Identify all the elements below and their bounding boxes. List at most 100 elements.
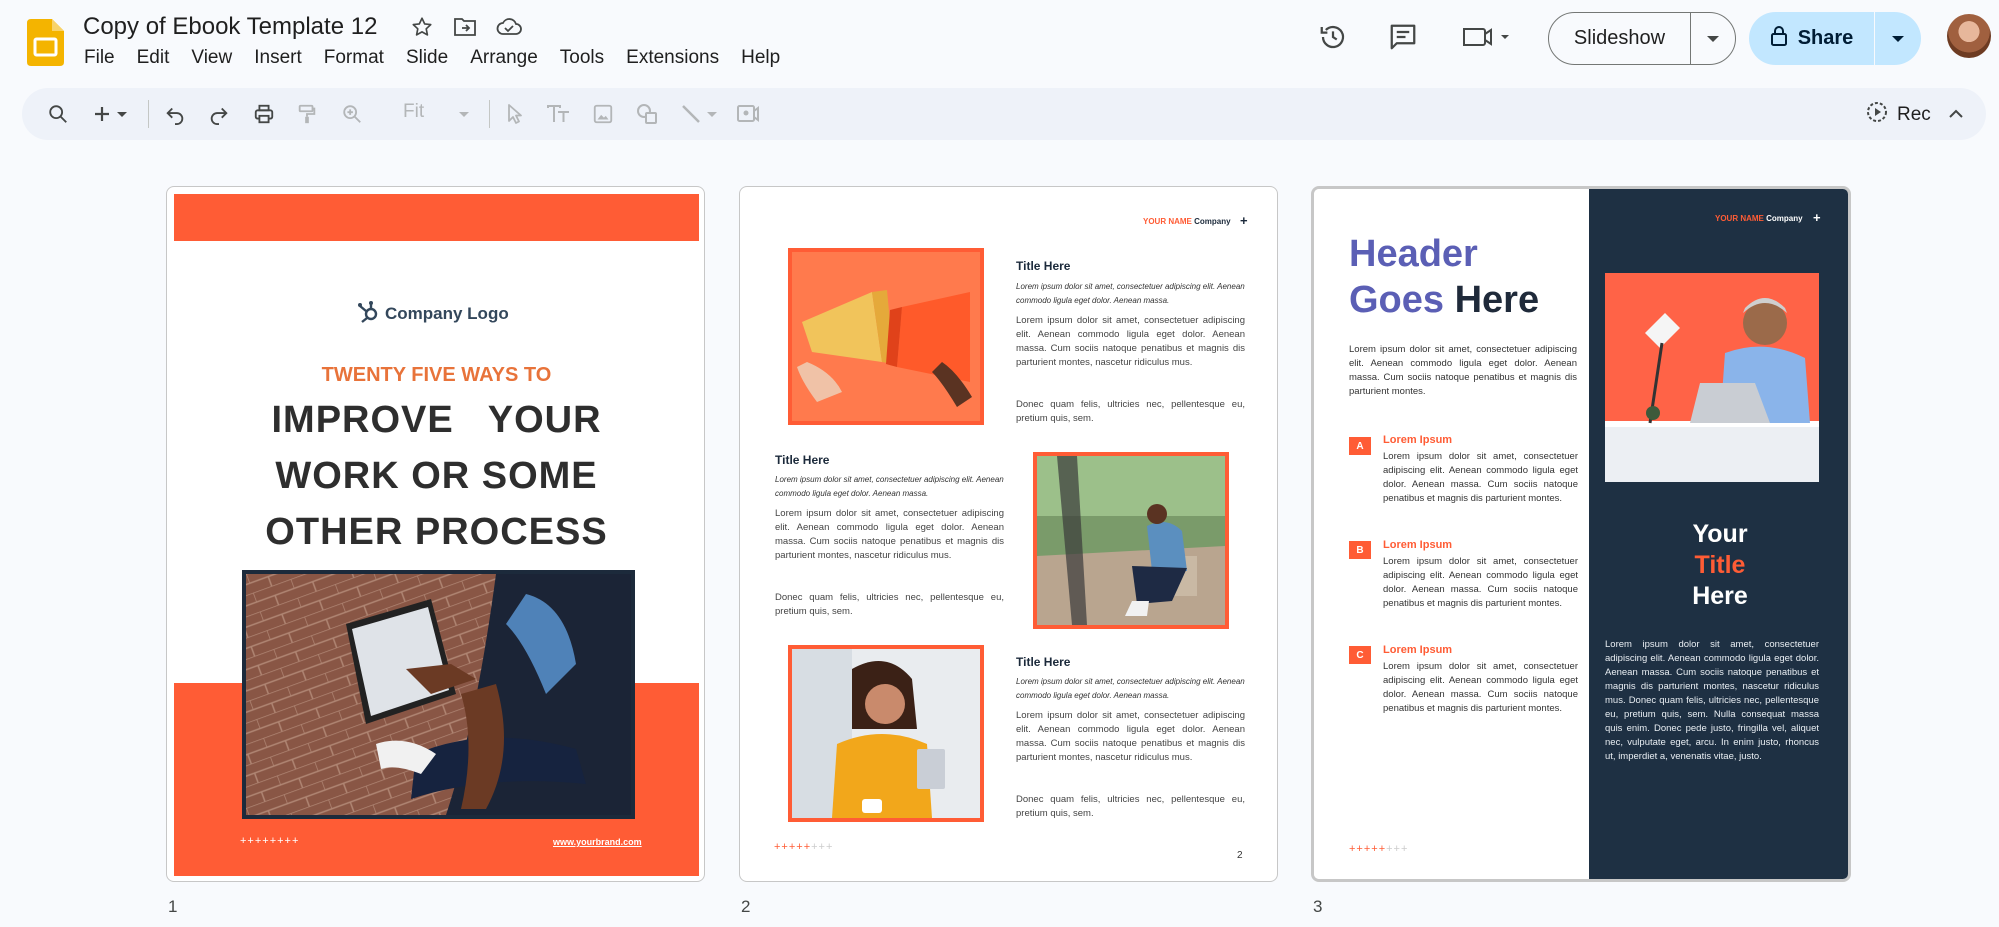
slide-number: 3 xyxy=(1313,897,1323,916)
slide-thumbnail-1[interactable]: Company Logo TWENTY FIVE WAYS TO IMPROVE… xyxy=(166,186,705,882)
decorative-stars: ++++++++ xyxy=(774,841,833,853)
header-line-2: Goes Here xyxy=(1349,277,1539,323)
block-italic: Lorem ipsum dolor sit amet, consectetuer… xyxy=(1016,677,1245,700)
slide-header: Header Goes Here xyxy=(1349,231,1539,323)
block-title: Title Here xyxy=(775,453,830,467)
toolbar: Fit Rec xyxy=(22,88,1986,140)
comment-add-icon[interactable] xyxy=(734,100,762,128)
slide-number: 2 xyxy=(741,897,751,916)
menu-view[interactable]: View xyxy=(191,47,232,69)
move-to-folder-icon[interactable] xyxy=(452,14,478,40)
toolbar-divider xyxy=(148,100,149,128)
company-logo: Company Logo xyxy=(357,299,509,328)
brand-label: YOUR NAME Company xyxy=(1143,217,1231,226)
chevron-down-icon[interactable] xyxy=(1691,35,1735,43)
man-sitting-photo xyxy=(1033,452,1229,629)
menu-slide[interactable]: Slide xyxy=(406,47,448,69)
cursor-icon[interactable] xyxy=(500,100,528,128)
block-body-2: Donec quam felis, ultricies nec, pellent… xyxy=(1016,794,1245,819)
chevron-down-icon[interactable] xyxy=(114,100,130,128)
collapse-icon[interactable] xyxy=(1942,100,1970,128)
menu-format[interactable]: Format xyxy=(324,47,384,69)
brand-link: www.yourbrand.com xyxy=(553,837,642,847)
your-title-here: Your Title Here xyxy=(1589,519,1848,612)
chevron-down-icon[interactable] xyxy=(704,100,720,128)
block-title: Title Here xyxy=(1016,259,1071,273)
search-icon[interactable] xyxy=(44,100,72,128)
title-line-accent: Title xyxy=(1694,551,1746,579)
history-icon[interactable] xyxy=(1316,20,1350,54)
shape-icon[interactable] xyxy=(633,100,661,128)
block-italic: Lorem ipsum dolor sit amet, consectetuer… xyxy=(1016,282,1245,305)
star-icon[interactable] xyxy=(409,14,435,40)
chevron-down-icon[interactable] xyxy=(456,100,472,128)
slide-thumbnail-2[interactable]: YOUR NAME Company + Title Here Lorem ips… xyxy=(739,186,1278,882)
brand-company: Company xyxy=(1191,217,1231,226)
menu-file[interactable]: File xyxy=(84,47,115,69)
slide-thumbnail-3-selected[interactable]: Header Goes Here Lorem ipsum dolor sit a… xyxy=(1311,186,1851,882)
share-button[interactable]: Share xyxy=(1749,12,1921,65)
lock-icon xyxy=(1770,25,1788,53)
slideshow-button[interactable]: Slideshow xyxy=(1548,12,1736,65)
brand-company: Company xyxy=(1763,214,1803,223)
item-badge: A xyxy=(1349,437,1371,455)
man-laptop-photo xyxy=(1605,273,1819,482)
line-icon[interactable] xyxy=(677,100,705,128)
document-title[interactable]: Copy of Ebook Template 12 xyxy=(83,13,377,41)
block-title: Title Here xyxy=(1016,655,1071,669)
menu-help[interactable]: Help xyxy=(741,47,780,69)
menu-tools[interactable]: Tools xyxy=(560,47,604,69)
slideshow-label[interactable]: Slideshow xyxy=(1549,13,1691,64)
intro-paragraph: Lorem ipsum dolor sit amet, consectetuer… xyxy=(1349,344,1577,397)
chevron-down-icon[interactable] xyxy=(1875,35,1921,43)
item-title: Lorem Ipsum xyxy=(1383,434,1453,446)
cover-photo-tablet xyxy=(242,570,635,819)
toolbar-divider xyxy=(489,100,490,128)
item-body: Lorem ipsum dolor sit amet, consectetuer… xyxy=(1383,451,1578,504)
right-body-paragraph: Lorem ipsum dolor sit amet, consectetuer… xyxy=(1605,639,1819,762)
paint-format-icon[interactable] xyxy=(293,100,321,128)
item-body: Lorem ipsum dolor sit amet, consectetuer… xyxy=(1383,556,1578,609)
stars-empty: +++ xyxy=(811,841,834,853)
menu-extensions[interactable]: Extensions xyxy=(626,47,719,69)
brand-name: YOUR NAME xyxy=(1715,214,1764,223)
menu-edit[interactable]: Edit xyxy=(137,47,170,69)
megaphone-photo xyxy=(788,248,984,425)
plus-mark: + xyxy=(1240,213,1248,228)
item-badge: C xyxy=(1349,646,1371,664)
cover-subtitle: TWENTY FIVE WAYS TO xyxy=(321,364,552,386)
comment-icon[interactable] xyxy=(1386,20,1420,54)
menu-arrange[interactable]: Arrange xyxy=(470,47,538,69)
record-icon xyxy=(1865,100,1889,130)
orange-top-bar xyxy=(174,194,699,241)
share-main[interactable]: Share xyxy=(1749,12,1875,65)
menu-insert[interactable]: Insert xyxy=(254,47,302,69)
print-icon[interactable] xyxy=(250,100,278,128)
record-button[interactable]: Rec xyxy=(1865,100,1931,130)
cover-title: IMPROVE YOUR WORK OR SOME OTHER PROCESS xyxy=(167,392,704,560)
cover-title-line: IMPROVE YOUR xyxy=(271,399,602,441)
share-label: Share xyxy=(1797,27,1854,49)
record-label: Rec xyxy=(1897,104,1931,125)
item-body: Lorem ipsum dolor sit amet, consectetuer… xyxy=(1383,661,1578,714)
slides-app-icon[interactable] xyxy=(27,19,64,66)
image-icon[interactable] xyxy=(589,100,617,128)
item-title: Lorem Ipsum xyxy=(1383,644,1453,656)
undo-icon[interactable] xyxy=(161,100,189,128)
plus-icon[interactable] xyxy=(88,100,116,128)
page-number: 2 xyxy=(1237,850,1243,861)
hubspot-icon xyxy=(357,299,379,328)
cloud-saved-icon[interactable] xyxy=(496,14,522,40)
video-call-icon[interactable] xyxy=(1459,20,1515,54)
header-word-here: Here xyxy=(1444,279,1540,321)
zoom-icon[interactable] xyxy=(338,100,366,128)
woman-smiling-photo xyxy=(788,645,984,822)
item-badge: B xyxy=(1349,541,1371,559)
redo-icon[interactable] xyxy=(205,100,233,128)
text-box-icon[interactable] xyxy=(544,100,572,128)
title-line: Here xyxy=(1692,582,1748,610)
item-title: Lorem Ipsum xyxy=(1383,539,1453,551)
slide-number: 1 xyxy=(168,897,178,916)
zoom-select[interactable]: Fit xyxy=(403,101,424,123)
avatar[interactable] xyxy=(1947,14,1991,58)
